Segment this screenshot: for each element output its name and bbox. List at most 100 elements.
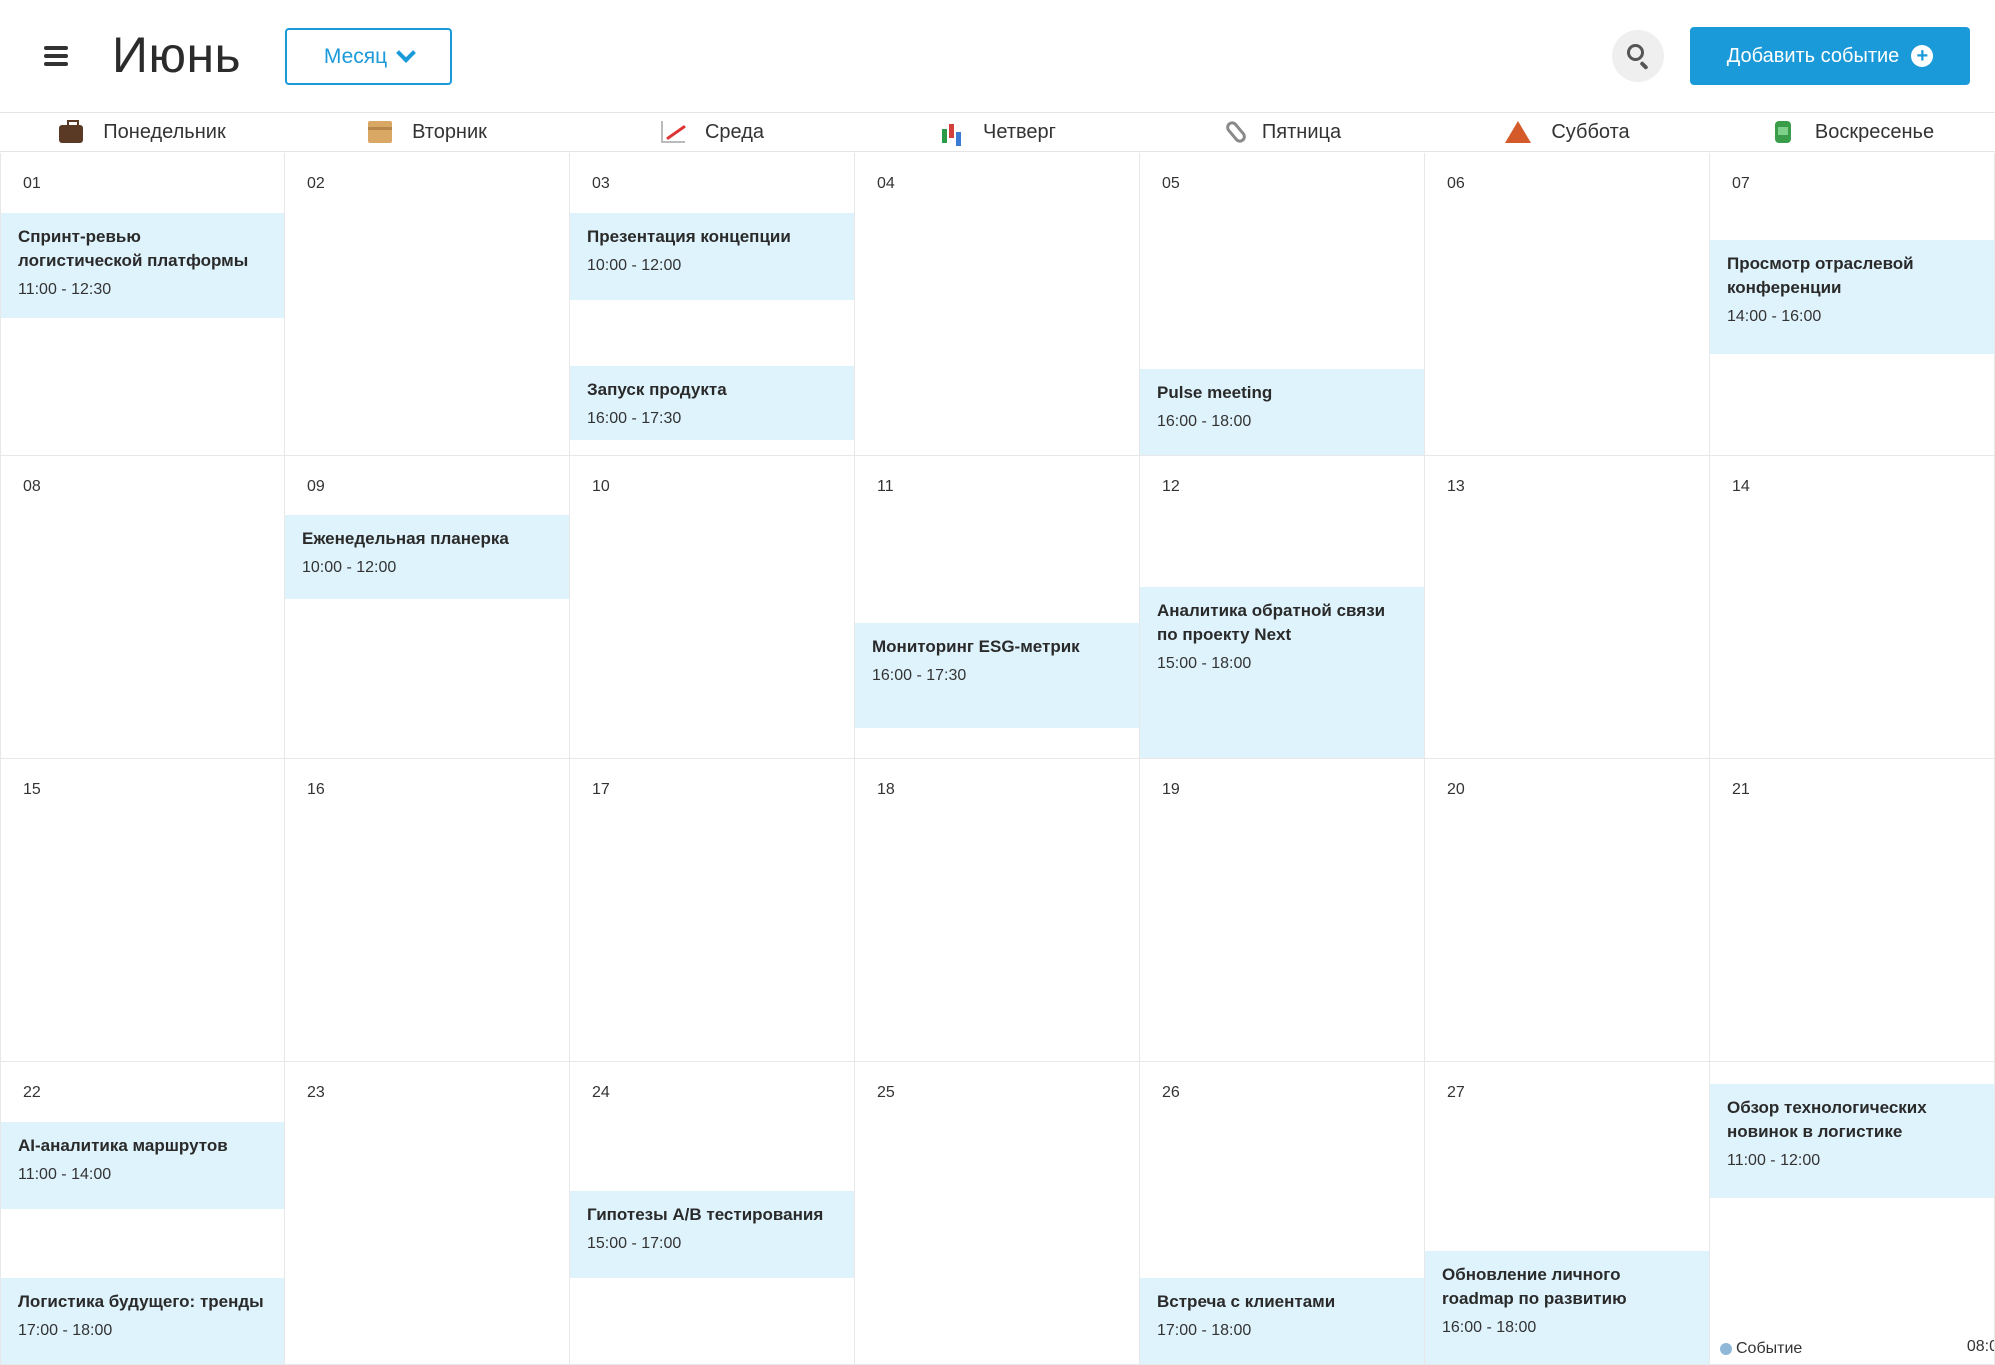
event-time: 11:00 - 12:30 bbox=[18, 281, 112, 298]
event-card[interactable]: AI-аналитика маршрутов 11:00 - 14:00 bbox=[1, 1122, 284, 1209]
day-cell[interactable]: 04 bbox=[855, 153, 1140, 456]
search-button[interactable] bbox=[1612, 30, 1664, 82]
event-card[interactable]: Обзор технологических новинок в логистик… bbox=[1710, 1084, 1994, 1198]
day-number: 07 bbox=[1732, 175, 1750, 192]
add-event-label: Добавить событие bbox=[1726, 44, 1900, 67]
event-card[interactable]: Мониторинг ESG-метрик 16:00 - 17:30 bbox=[855, 623, 1139, 728]
day-number: 27 bbox=[1447, 1084, 1465, 1101]
event-time: 17:00 - 18:00 bbox=[1157, 1322, 1252, 1339]
day-number: 17 bbox=[592, 781, 610, 798]
day-cell[interactable]: 03 Презентация концепции 10:00 - 12:00 З… bbox=[570, 153, 855, 456]
day-number: 04 bbox=[877, 175, 895, 192]
day-cell[interactable]: 22 AI-аналитика маршрутов 11:00 - 14:00 … bbox=[0, 1062, 285, 1365]
day-cell[interactable]: 23 bbox=[285, 1062, 570, 1365]
weekday-wednesday: Среда bbox=[570, 113, 855, 151]
bar-chart-icon bbox=[939, 121, 964, 143]
event-title: Встреча с клиентами bbox=[1157, 1292, 1336, 1311]
day-cell[interactable]: 19 bbox=[1140, 759, 1425, 1062]
legend-label: Событие bbox=[1736, 1340, 1803, 1357]
day-cell[interactable]: 25 bbox=[855, 1062, 1140, 1365]
event-card[interactable]: Спринт-ревью логистической платформы 11:… bbox=[1, 213, 284, 318]
event-card[interactable]: Встреча с клиентами 17:00 - 18:00 bbox=[1140, 1278, 1424, 1364]
day-number: 21 bbox=[1732, 781, 1750, 798]
day-number: 18 bbox=[877, 781, 895, 798]
day-number: 09 bbox=[307, 478, 325, 495]
event-card[interactable]: Еженедельная планерка 10:00 - 12:00 bbox=[285, 515, 569, 599]
day-cell[interactable]: 05 Pulse meeting 16:00 - 18:00 bbox=[1140, 153, 1425, 456]
event-title: Аналитика обратной связи по проекту Next bbox=[1157, 601, 1386, 644]
weekday-sunday: Воскресенье bbox=[1710, 113, 1995, 151]
day-number: 12 bbox=[1162, 478, 1180, 495]
day-cell[interactable]: 06 bbox=[1425, 153, 1710, 456]
day-number: 11 bbox=[877, 478, 894, 495]
day-number: 20 bbox=[1447, 781, 1465, 798]
day-cell[interactable]: 11 Мониторинг ESG-метрик 16:00 - 17:30 bbox=[855, 456, 1140, 759]
day-number: 22 bbox=[23, 1084, 41, 1101]
day-cell[interactable]: 12 Аналитика обратной связи по проекту N… bbox=[1140, 456, 1425, 759]
briefcase-icon bbox=[59, 120, 84, 143]
event-card[interactable]: Логистика будущего: тренды 17:00 - 18:00 bbox=[1, 1278, 284, 1364]
calendar-header: Июнь Месяц Добавить событие + bbox=[0, 0, 1995, 112]
event-time: 15:00 - 18:00 bbox=[1157, 655, 1252, 672]
event-card[interactable]: Запуск продукта 16:00 - 17:30 bbox=[570, 366, 854, 440]
event-title: Обзор технологических новинок в логистик… bbox=[1727, 1098, 1927, 1141]
day-cell[interactable]: 21 bbox=[1710, 759, 1995, 1062]
weekday-thursday: Четверг bbox=[855, 113, 1140, 151]
day-cell[interactable]: 24 Гипотезы A/B тестирования 15:00 - 17:… bbox=[570, 1062, 855, 1365]
search-icon bbox=[1627, 44, 1644, 61]
day-number: 05 bbox=[1162, 175, 1180, 192]
battery-icon bbox=[1774, 121, 1791, 143]
day-cell[interactable]: Обзор технологических новинок в логистик… bbox=[1710, 1062, 1995, 1365]
day-cell[interactable]: 17 bbox=[570, 759, 855, 1062]
day-cell[interactable]: 13 bbox=[1425, 456, 1710, 759]
event-time: 16:00 - 18:00 bbox=[1442, 1319, 1537, 1336]
event-title: Запуск продукта bbox=[587, 380, 727, 399]
day-cell[interactable]: 26 Встреча с клиентами 17:00 - 18:00 bbox=[1140, 1062, 1425, 1365]
event-card[interactable]: Обновление личного roadmap по развитию 1… bbox=[1425, 1251, 1709, 1364]
weekday-saturday: Суббота bbox=[1425, 113, 1710, 151]
event-card[interactable]: Аналитика обратной связи по проекту Next… bbox=[1140, 587, 1424, 758]
day-number: 01 bbox=[23, 175, 41, 192]
day-number: 02 bbox=[307, 175, 325, 192]
weekday-monday: Понедельник bbox=[0, 113, 285, 151]
hamburger-menu-icon[interactable] bbox=[44, 46, 68, 66]
day-number: 16 bbox=[307, 781, 325, 798]
day-number: 08 bbox=[23, 478, 41, 495]
day-number: 26 bbox=[1162, 1084, 1180, 1101]
day-cell[interactable]: 08 bbox=[0, 456, 285, 759]
day-cell[interactable]: 15 bbox=[0, 759, 285, 1062]
event-time: 14:00 - 16:00 bbox=[1727, 308, 1822, 325]
event-card[interactable]: Гипотезы A/B тестирования 15:00 - 17:00 bbox=[570, 1191, 854, 1278]
day-cell[interactable]: 01 Спринт-ревью логистической платформы … bbox=[0, 153, 285, 456]
event-time: 10:00 - 12:00 bbox=[302, 559, 397, 576]
event-title: Обновление личного roadmap по развитию bbox=[1442, 1265, 1627, 1308]
event-card[interactable]: Pulse meeting 16:00 - 18:00 bbox=[1140, 369, 1424, 455]
event-card[interactable]: Презентация концепции 10:00 - 12:00 bbox=[570, 213, 854, 300]
add-event-button[interactable]: Добавить событие + bbox=[1690, 27, 1970, 85]
event-time: 17:00 - 18:00 bbox=[18, 1322, 113, 1339]
month-grid: 01 Спринт-ревью логистической платформы … bbox=[0, 153, 1995, 1365]
day-number: 14 bbox=[1732, 478, 1750, 495]
day-cell[interactable]: 27 Обновление личного roadmap по развити… bbox=[1425, 1062, 1710, 1365]
event-card[interactable]: Просмотр отраслевой конференции 14:00 - … bbox=[1710, 240, 1994, 354]
day-cell[interactable]: 02 bbox=[285, 153, 570, 456]
weekday-friday: Пятница bbox=[1140, 113, 1425, 151]
day-number: 10 bbox=[592, 478, 610, 495]
day-cell[interactable]: 16 bbox=[285, 759, 570, 1062]
view-select-dropdown[interactable]: Месяц bbox=[285, 28, 452, 85]
day-cell[interactable]: 14 bbox=[1710, 456, 1995, 759]
event-title: Гипотезы A/B тестирования bbox=[587, 1205, 824, 1224]
day-cell[interactable]: 09 Еженедельная планерка 10:00 - 12:00 bbox=[285, 456, 570, 759]
event-time: 11:00 - 12:00 bbox=[1727, 1152, 1821, 1169]
event-title: Презентация концепции bbox=[587, 227, 791, 246]
legend-dot-icon bbox=[1720, 1343, 1732, 1355]
day-number: 23 bbox=[307, 1084, 325, 1101]
day-cell[interactable]: 07 Просмотр отраслевой конференции 14:00… bbox=[1710, 153, 1995, 456]
day-cell[interactable]: 20 bbox=[1425, 759, 1710, 1062]
paperclip-icon bbox=[1223, 118, 1249, 146]
day-number: 06 bbox=[1447, 175, 1465, 192]
day-cell[interactable]: 18 bbox=[855, 759, 1140, 1062]
package-icon bbox=[368, 121, 393, 143]
day-cell[interactable]: 10 bbox=[570, 456, 855, 759]
weekday-header-row: Понедельник Вторник Среда Четверг Пятниц… bbox=[0, 112, 1995, 152]
